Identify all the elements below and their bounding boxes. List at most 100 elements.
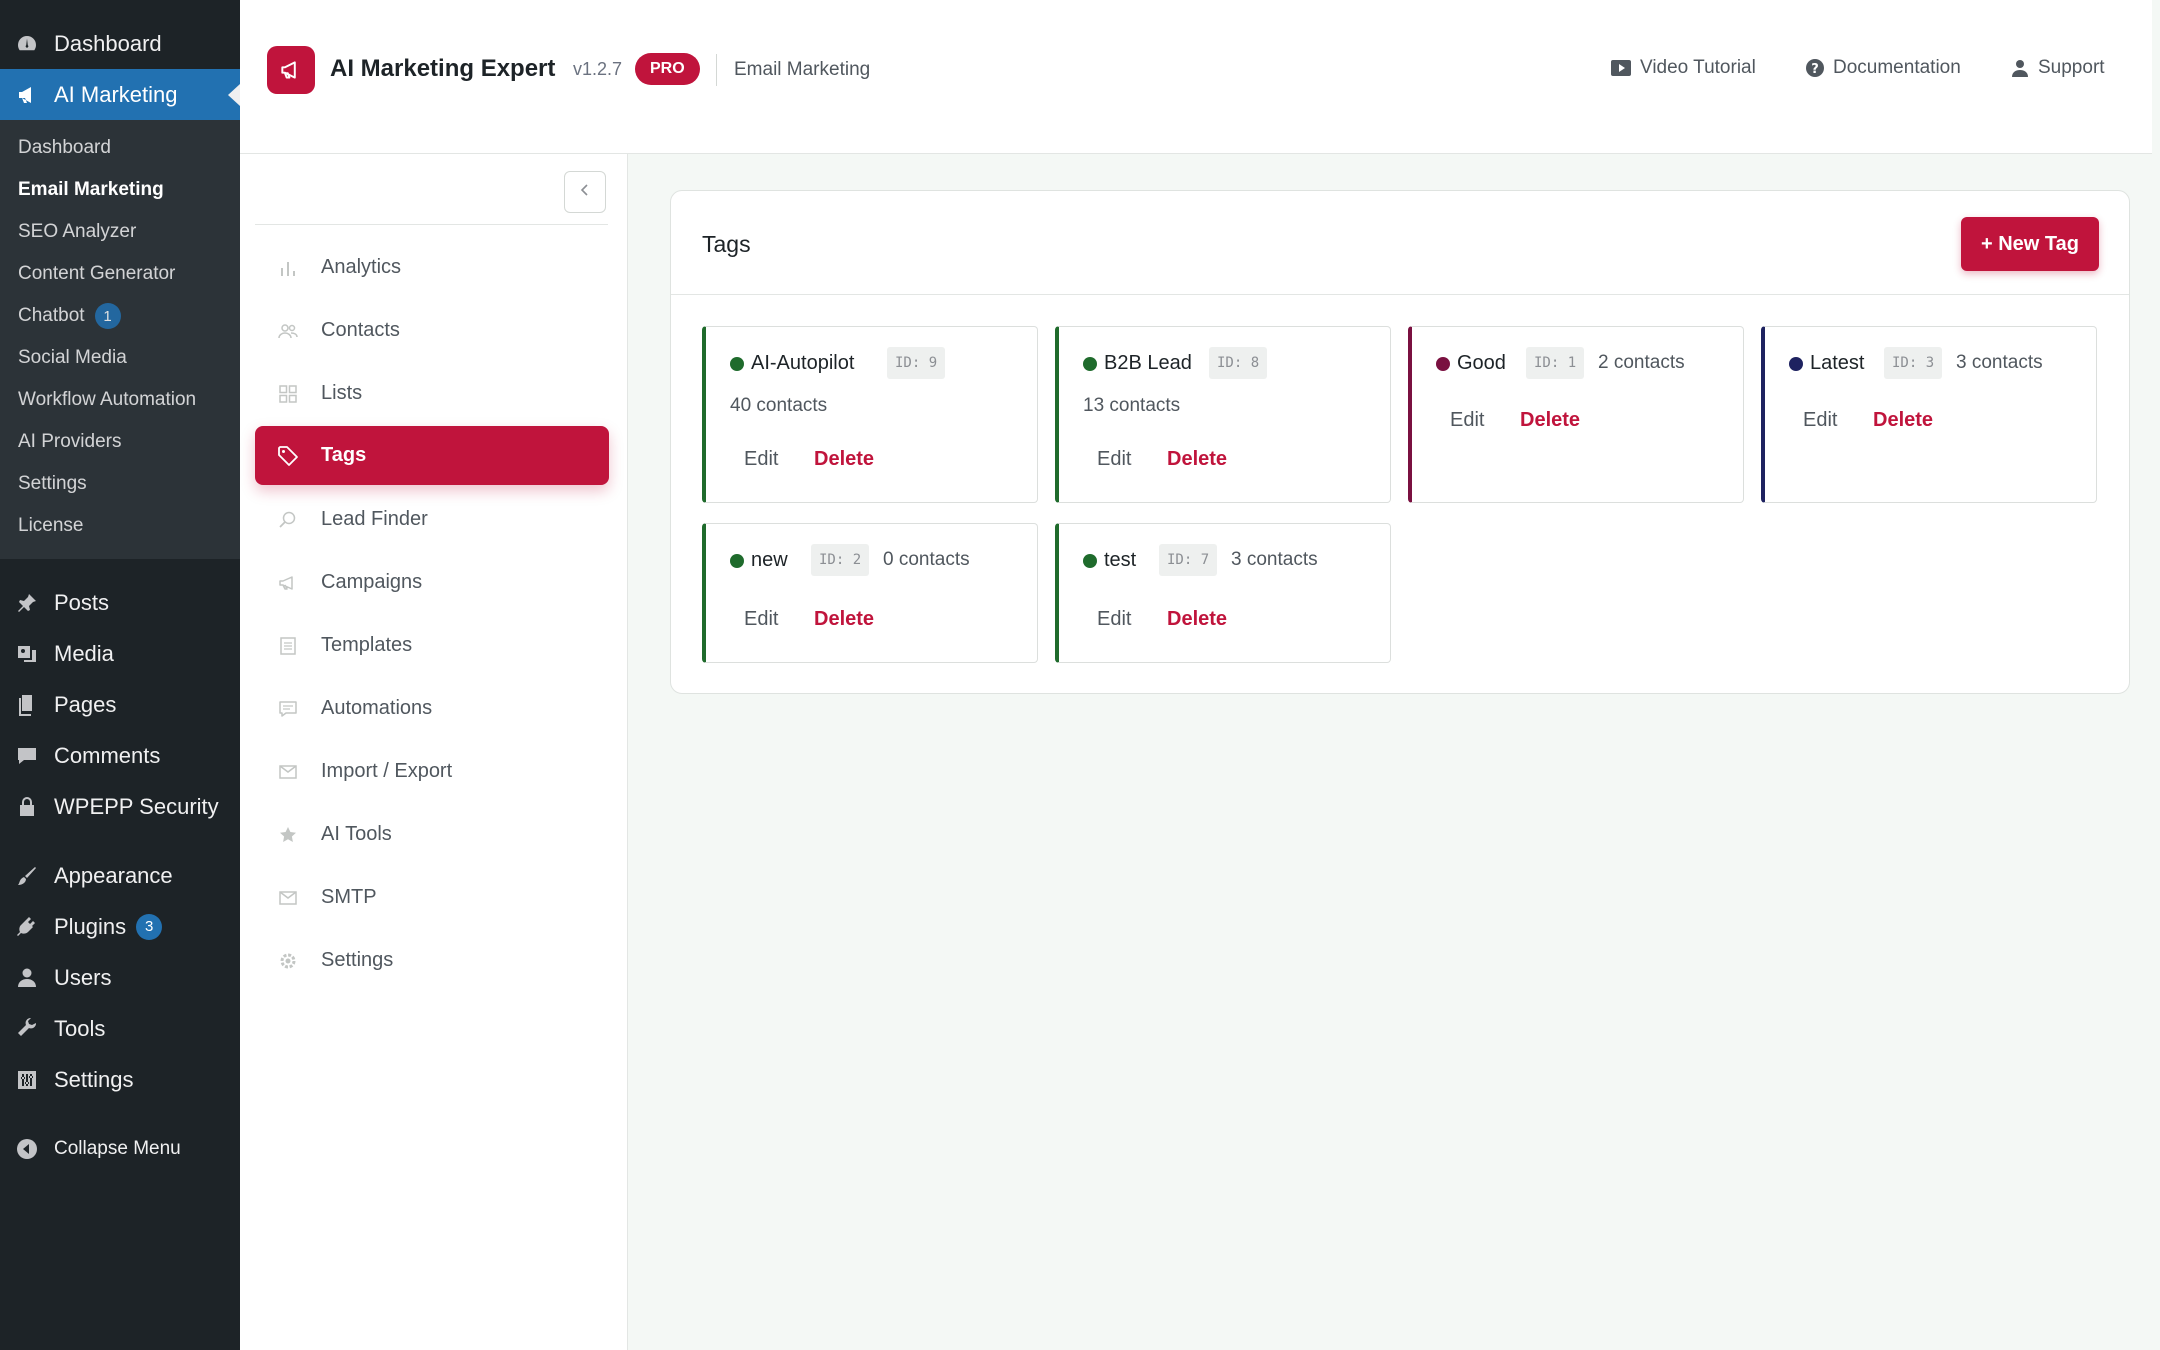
- wp-menu-posts[interactable]: Posts: [0, 577, 240, 628]
- megaphone-logo-icon: [267, 46, 315, 94]
- tag-contact-count: 2 contacts: [1598, 352, 1685, 373]
- nav-item-tags[interactable]: Tags: [255, 426, 609, 485]
- tag-icon: [277, 445, 299, 467]
- wp-submenu-social-media[interactable]: Social Media: [0, 337, 240, 379]
- envelope-icon: [277, 887, 299, 909]
- tag-card: Good ID: 1 2 contacts Edit Delete: [1408, 326, 1744, 503]
- pin-icon: [14, 590, 40, 616]
- wp-menu-pages[interactable]: Pages: [0, 679, 240, 730]
- wp-menu-dashboard[interactable]: Dashboard: [0, 18, 240, 69]
- tag-contact-count: 3 contacts: [1231, 549, 1318, 570]
- wp-menu-comments[interactable]: Comments: [0, 730, 240, 781]
- tags-panel: Tags + New Tag AI-Autopilot ID: 9 40 con…: [670, 190, 2130, 694]
- wp-submenu-content-generator[interactable]: Content Generator: [0, 253, 240, 295]
- tag-color-dot: [1436, 357, 1450, 371]
- new-tag-button[interactable]: + New Tag: [1961, 217, 2099, 271]
- nav-item-ai-tools[interactable]: AI Tools: [255, 805, 609, 864]
- edit-tag-button[interactable]: Edit: [1097, 608, 1131, 631]
- lock-icon: [14, 794, 40, 820]
- wp-submenu-settings[interactable]: Settings: [0, 463, 240, 505]
- wp-menu-media[interactable]: Media: [0, 628, 240, 679]
- video-tutorial-link[interactable]: Video Tutorial: [1610, 57, 1756, 79]
- pro-badge: PRO: [635, 53, 700, 85]
- wp-menu-settings[interactable]: Settings: [0, 1054, 240, 1105]
- tag-color-dot: [1789, 357, 1803, 371]
- wp-submenu-email-marketing[interactable]: Email Marketing: [0, 169, 240, 211]
- nav-item-contacts[interactable]: Contacts: [255, 301, 609, 360]
- wrench-icon: [14, 1016, 40, 1042]
- tag-card: new ID: 2 0 contacts Edit Delete: [702, 523, 1038, 663]
- envelope-icon: [277, 761, 299, 783]
- edit-tag-button[interactable]: Edit: [744, 608, 778, 631]
- nav-item-settings[interactable]: Settings: [255, 931, 609, 990]
- user-icon: [2010, 58, 2030, 78]
- nav-item-import-export[interactable]: Import / Export: [255, 742, 609, 801]
- wp-menu-label: Dashboard: [54, 30, 162, 56]
- search-icon: [277, 509, 299, 531]
- tag-id-badge: ID: 1: [1526, 347, 1585, 379]
- wp-menu-plugins[interactable]: Plugins 3: [0, 901, 240, 952]
- video-icon: [1610, 58, 1632, 78]
- wp-submenu-dashboard[interactable]: Dashboard: [0, 127, 240, 169]
- grid-icon: [277, 383, 299, 405]
- star-icon: [277, 824, 299, 846]
- tag-name: AI-Autopilot: [751, 352, 855, 374]
- edit-tag-button[interactable]: Edit: [1803, 409, 1837, 432]
- wp-submenu-seo-analyzer[interactable]: SEO Analyzer: [0, 211, 240, 253]
- tag-name: Latest: [1810, 352, 1865, 374]
- tag-name: new: [751, 549, 788, 571]
- users-icon: [277, 320, 299, 342]
- plugin-sidebar: Analytics Contacts Lists Tags Lead Finde…: [240, 154, 628, 1350]
- help-icon: ?: [1805, 58, 1825, 78]
- nav-item-smtp[interactable]: SMTP: [255, 868, 609, 927]
- wp-menu-tools[interactable]: Tools: [0, 1003, 240, 1054]
- plugins-badge: 3: [136, 913, 163, 940]
- wp-submenu-license[interactable]: License: [0, 505, 240, 547]
- document-icon: [277, 635, 299, 657]
- tag-contact-count: 13 contacts: [1083, 395, 1181, 416]
- brush-icon: [14, 863, 40, 889]
- nav-item-lead-finder[interactable]: Lead Finder: [255, 490, 609, 549]
- edit-tag-button[interactable]: Edit: [1450, 409, 1484, 432]
- delete-tag-button[interactable]: Delete: [1873, 409, 1933, 432]
- wp-submenu-workflow-automation[interactable]: Workflow Automation: [0, 379, 240, 421]
- tag-color-dot: [730, 554, 744, 568]
- chevron-left-icon: [578, 183, 592, 202]
- tag-name: test: [1104, 549, 1137, 571]
- tags-panel-header: Tags + New Tag: [671, 191, 2129, 295]
- wp-menu-ai-marketing[interactable]: AI Marketing: [0, 69, 240, 120]
- wp-menu-users[interactable]: Users: [0, 952, 240, 1003]
- delete-tag-button[interactable]: Delete: [1520, 409, 1580, 432]
- support-link[interactable]: Support: [2010, 57, 2105, 79]
- delete-tag-button[interactable]: Delete: [814, 448, 874, 471]
- nav-item-analytics[interactable]: Analytics: [255, 238, 609, 297]
- edit-tag-button[interactable]: Edit: [744, 448, 778, 471]
- tag-id-badge: ID: 2: [811, 544, 870, 576]
- nav-item-templates[interactable]: Templates: [255, 616, 609, 675]
- wp-submenu-chatbot[interactable]: Chatbot 1: [0, 295, 240, 337]
- tag-id-badge: ID: 9: [887, 347, 946, 379]
- delete-tag-button[interactable]: Delete: [814, 608, 874, 631]
- edit-tag-button[interactable]: Edit: [1097, 448, 1131, 471]
- documentation-link[interactable]: ? Documentation: [1805, 57, 1961, 79]
- nav-item-lists[interactable]: Lists: [255, 364, 609, 423]
- nav-item-automations[interactable]: Automations: [255, 679, 609, 738]
- gear-icon: [277, 950, 299, 972]
- delete-tag-button[interactable]: Delete: [1167, 608, 1227, 631]
- delete-tag-button[interactable]: Delete: [1167, 448, 1227, 471]
- app-version: v1.2.7: [573, 59, 623, 79]
- tag-card: AI-Autopilot ID: 9 40 contacts Edit Dele…: [702, 326, 1038, 503]
- wp-menu-appearance[interactable]: Appearance: [0, 850, 240, 901]
- page-title: Tags: [702, 231, 751, 257]
- wp-collapse-menu[interactable]: Collapse Menu: [0, 1123, 240, 1174]
- sidebar-collapse-button[interactable]: [564, 171, 606, 213]
- tag-id-badge: ID: 7: [1159, 544, 1218, 576]
- message-icon: [277, 698, 299, 720]
- app-title: AI Marketing Expert: [330, 55, 556, 82]
- wp-menu-wpepp-security[interactable]: WPEPP Security: [0, 781, 240, 832]
- tag-color-dot: [730, 357, 744, 371]
- wp-submenu-ai-providers[interactable]: AI Providers: [0, 421, 240, 463]
- nav-item-campaigns[interactable]: Campaigns: [255, 553, 609, 612]
- chatbot-badge: 1: [94, 303, 121, 329]
- bar-chart-icon: [277, 257, 299, 279]
